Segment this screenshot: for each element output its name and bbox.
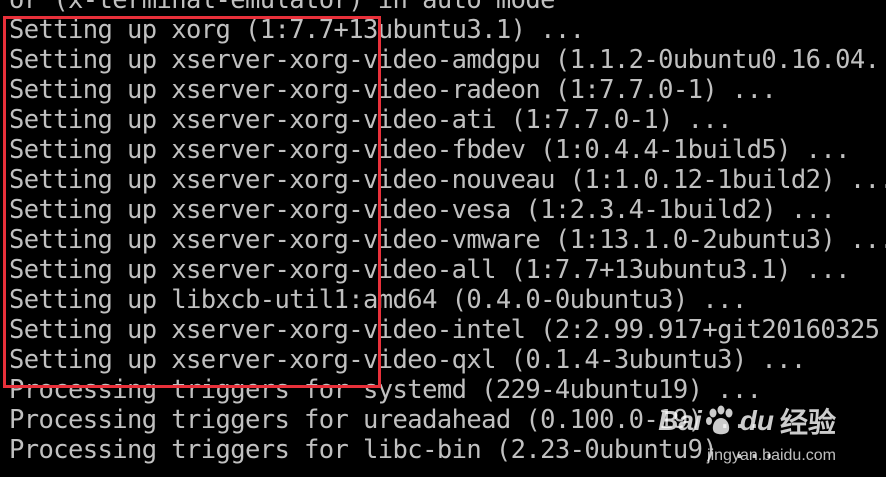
terminal-line: Setting up xserver-xorg-video-vesa (1:2.… bbox=[9, 195, 836, 225]
watermark-url: jingyan.baidu.com bbox=[707, 447, 836, 464]
terminal-line: or (x-terminal-emulator) in auto mode bbox=[9, 0, 555, 15]
terminal-line: Setting up xserver-xorg-video-fbdev (1:0… bbox=[9, 135, 850, 165]
terminal-output: or (x-terminal-emulator) in auto mode Se… bbox=[9, 0, 886, 465]
terminal-window[interactable]: or (x-terminal-emulator) in auto mode Se… bbox=[0, 0, 886, 477]
terminal-line: Setting up xserver-xorg-video-ati (1:7.7… bbox=[9, 105, 732, 135]
watermark-jingyan-text: 经验 bbox=[779, 407, 836, 438]
terminal-line: Setting up xserver-xorg-video-amdgpu (1.… bbox=[9, 45, 880, 75]
terminal-line: Setting up xserver-xorg-video-vmware (1:… bbox=[9, 225, 886, 255]
watermark-bai-text: Bai bbox=[658, 405, 702, 436]
baidu-paw-icon bbox=[705, 405, 733, 435]
terminal-line: Setting up xserver-xorg-video-qxl (0.1.4… bbox=[9, 345, 806, 375]
terminal-line: Setting up xserver-xorg-video-intel (2:2… bbox=[9, 315, 880, 345]
terminal-line: Setting up xserver-xorg-video-nouveau (1… bbox=[9, 165, 886, 195]
terminal-line: Setting up xserver-xorg-video-radeon (1:… bbox=[9, 75, 777, 105]
watermark-du-text: du bbox=[739, 405, 774, 436]
terminal-line: Setting up xorg (1:7.7+13ubuntu3.1) ... bbox=[9, 15, 585, 45]
baidu-jingyan-watermark: Bai du 经验 bbox=[658, 401, 836, 441]
terminal-line: Setting up libxcb-util1:amd64 (0.4.0-0ub… bbox=[9, 285, 747, 315]
terminal-line: Setting up xserver-xorg-video-all (1:7.7… bbox=[9, 255, 850, 285]
